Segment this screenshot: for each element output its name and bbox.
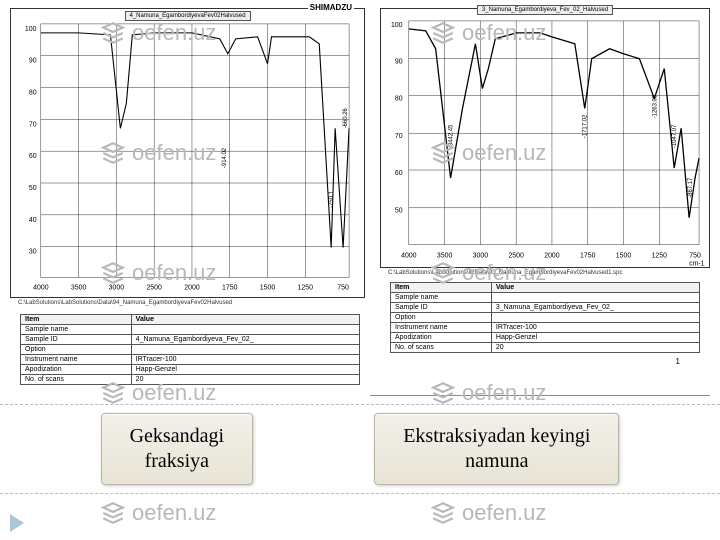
right-chart-caption: C:\LabSolutions\LabSolutions\IRData\93_N…: [380, 268, 710, 278]
svg-text:750: 750: [337, 284, 349, 291]
table-row: Sample name: [21, 325, 360, 335]
svg-text:-1047.07: -1047.07: [672, 124, 678, 148]
dashed-divider: [0, 493, 720, 494]
hexane-fraction-button[interactable]: Geksandagi fraksiya: [101, 413, 253, 485]
left-chart-caption: C:\LabSolutions\LabSolutions\Data\94_Nam…: [10, 298, 370, 308]
th-value: Value: [131, 315, 359, 325]
btn1-line2: fraksiya: [130, 449, 224, 474]
page-number: 1: [380, 357, 710, 366]
svg-text:2500: 2500: [146, 284, 162, 291]
svg-text:1250: 1250: [298, 284, 314, 291]
right-chart: 3_Namuna_Egambordiyeva_Fev_02_Halvused: [380, 8, 710, 268]
svg-text:50: 50: [29, 185, 37, 192]
table-row: Sample name: [391, 293, 700, 303]
th-value: Value: [491, 283, 699, 293]
svg-text:4000: 4000: [401, 252, 417, 259]
svg-text:3000: 3000: [109, 284, 125, 291]
svg-text:1750: 1750: [580, 252, 596, 259]
svg-text:-660.26: -660.26: [343, 107, 349, 128]
left-chart-svg: 100 90 80 70 60 50 40 30 4000 3500 3000: [11, 9, 364, 297]
table-row: ApodizationHapp-Genzel: [391, 333, 700, 343]
svg-text:80: 80: [395, 95, 403, 102]
table-row: No. of scans20: [21, 375, 360, 385]
table-row: Instrument nameIRTracer-100: [391, 323, 700, 333]
svg-text:50: 50: [395, 208, 403, 215]
th-item: Item: [391, 283, 492, 293]
after-extraction-button[interactable]: Ekstraksiyadan keyingi namuna: [374, 413, 619, 485]
svg-text:100: 100: [391, 22, 403, 29]
svg-text:60: 60: [395, 170, 403, 177]
left-chart: SHIMADZU 4_Namuna_EgambordiyevaFev02Halv…: [10, 8, 365, 298]
table-row: Instrument nameIRTracer-100: [21, 355, 360, 365]
btn2-line1: Ekstraksiyadan keyingi: [403, 424, 590, 449]
play-icon[interactable]: [10, 514, 24, 532]
btn1-line1: Geksandagi: [130, 424, 224, 449]
svg-text:70: 70: [29, 121, 37, 128]
svg-text:60: 60: [29, 153, 37, 160]
svg-text:-3442.45: -3442.45: [449, 124, 455, 148]
charts-row: SHIMADZU 4_Namuna_EgambordiyevaFev02Halv…: [0, 0, 720, 391]
right-meta-table: Item Value Sample name Sample ID3_Namuna…: [390, 282, 700, 353]
svg-text:1500: 1500: [260, 284, 276, 291]
svg-text:30: 30: [29, 249, 37, 256]
svg-text:1250: 1250: [652, 252, 668, 259]
svg-text:2000: 2000: [184, 284, 200, 291]
table-row: No. of scans20: [391, 343, 700, 353]
svg-text:cm-1: cm-1: [689, 260, 705, 267]
table-row: Option: [21, 345, 360, 355]
svg-text:1500: 1500: [616, 252, 632, 259]
svg-text:-1263.05: -1263.05: [652, 94, 658, 118]
svg-text:-867.17: -867.17: [688, 177, 694, 198]
svg-text:2000: 2000: [544, 252, 560, 259]
svg-text:80: 80: [29, 90, 37, 97]
right-chart-svg: 100 90 80 70 60 50 4000 3500 3000 2500 2…: [381, 9, 709, 267]
right-chart-wrap: 3_Namuna_Egambordiyeva_Fev_02_Halvused: [380, 8, 710, 391]
svg-text:70: 70: [395, 133, 403, 140]
svg-text:4000: 4000: [33, 284, 49, 291]
page-content: SHIMADZU 4_Namuna_EgambordiyevaFev02Halv…: [0, 0, 720, 540]
svg-text:90: 90: [29, 58, 37, 65]
table-row: Option: [391, 313, 700, 323]
svg-text:90: 90: [395, 59, 403, 66]
svg-text:40: 40: [29, 217, 37, 224]
table-row: Sample ID4_Namuna_Egambordiyeva_Fev_02_: [21, 335, 360, 345]
buttons-row: Geksandagi fraksiya Ekstraksiyadan keyin…: [0, 413, 720, 485]
svg-text:100: 100: [25, 26, 37, 33]
svg-text:1750: 1750: [222, 284, 238, 291]
svg-text:-914.02: -914.02: [222, 147, 228, 168]
th-item: Item: [21, 315, 132, 325]
left-chart-wrap: SHIMADZU 4_Namuna_EgambordiyevaFev02Halv…: [10, 8, 370, 391]
btn2-line2: namuna: [403, 449, 590, 474]
dashed-divider: [0, 404, 720, 405]
svg-text:3500: 3500: [437, 252, 453, 259]
svg-text:2500: 2500: [508, 252, 524, 259]
table-row: ApodizationHapp-Genzel: [21, 365, 360, 375]
divider: [370, 395, 710, 396]
left-meta-table: Item Value Sample name Sample ID4_Namuna…: [20, 314, 360, 385]
svg-text:-1717.02: -1717.02: [583, 114, 589, 138]
svg-text:3500: 3500: [71, 284, 87, 291]
svg-text:3000: 3000: [473, 252, 489, 259]
svg-text:-750.1: -750.1: [329, 190, 335, 208]
table-row: Sample ID3_Namuna_Egambordiyeva_Fev_02_: [391, 303, 700, 313]
svg-text:750: 750: [689, 252, 701, 259]
